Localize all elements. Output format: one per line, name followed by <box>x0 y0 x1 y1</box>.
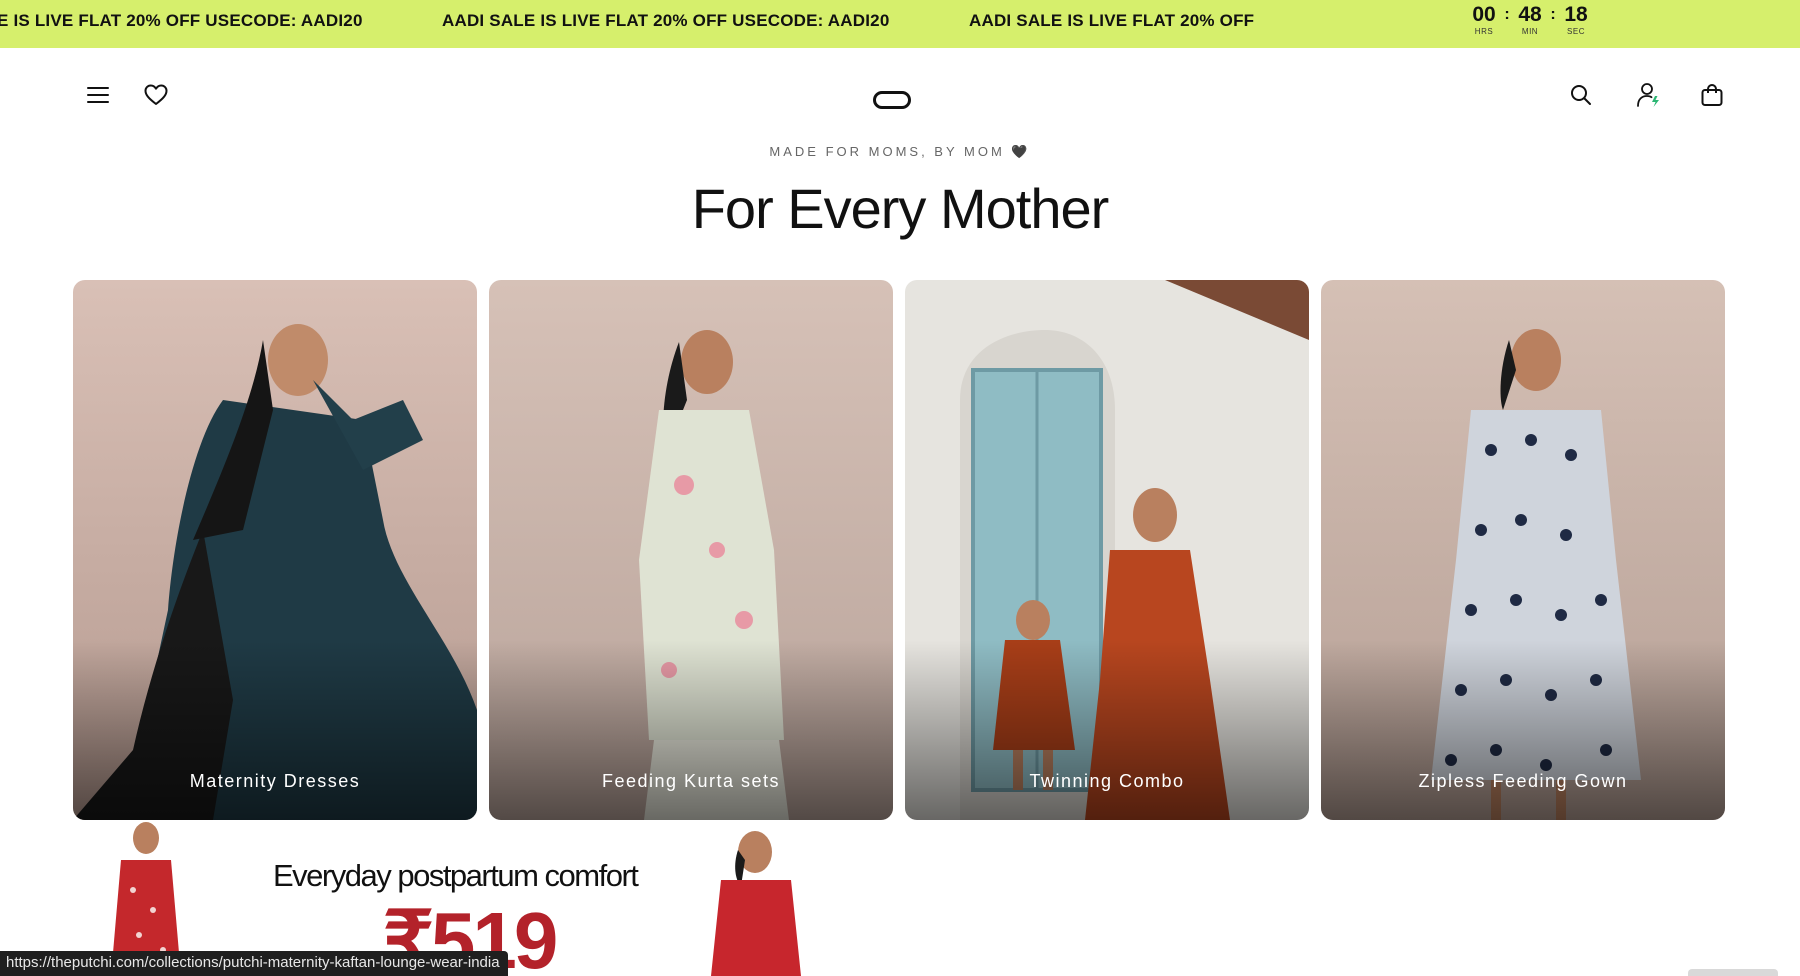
scroll-indicator <box>1688 969 1778 976</box>
section-title: For Every Mother <box>691 177 1110 240</box>
heart-icon[interactable] <box>141 80 171 110</box>
card-shade <box>489 640 893 820</box>
card-shade <box>1321 640 1725 820</box>
countdown-separator: : <box>1504 6 1510 23</box>
section-eyebrow: MADE FOR MOMS, BY MOM 🖤 <box>769 144 1031 159</box>
card-shade <box>905 640 1309 820</box>
countdown-separator: : <box>1550 6 1556 23</box>
sale-countdown-timer: 00 HRS : 48 MIN : 18 SEC <box>1466 3 1594 37</box>
countdown-minutes: 48 MIN <box>1512 3 1548 37</box>
link-hover-status-bar: https://theputchi.com/collections/putchi… <box>0 951 508 976</box>
card-shade <box>73 640 477 820</box>
announcement-text: AADI SALE IS LIVE FLAT 20% OFF <box>969 11 1255 30</box>
category-card-label: Feeding Kurta sets <box>601 771 781 791</box>
search-icon[interactable] <box>1566 80 1596 110</box>
category-grid: Maternity Dresses Feeding Kurta sets Twi… <box>73 280 1727 820</box>
announcement-marquee: E IS LIVE FLAT 20% OFF USECODE: AADI20 A… <box>0 0 1262 48</box>
category-card-label: Twinning Combo <box>1029 771 1185 791</box>
promo-headline: Everyday postpartum comfort <box>273 858 639 893</box>
countdown-hours-value: 00 <box>1472 3 1496 26</box>
countdown-minutes-value: 48 <box>1518 3 1542 26</box>
category-card-feeding-kurta-sets[interactable]: Feeding Kurta sets <box>489 280 893 820</box>
countdown-hours: 00 HRS <box>1466 3 1502 37</box>
account-icon[interactable] <box>1634 80 1664 110</box>
category-card-zipless-feeding-gown[interactable]: Zipless Feeding Gown <box>1321 280 1725 820</box>
category-card-label: Maternity Dresses <box>189 771 361 791</box>
announcement-bar: E IS LIVE FLAT 20% OFF USECODE: AADI20 A… <box>0 0 1800 48</box>
site-header <box>0 48 1800 144</box>
countdown-seconds-label: SEC <box>1567 27 1585 36</box>
announcement-text: AADI SALE IS LIVE FLAT 20% OFF USECODE: … <box>442 11 890 30</box>
countdown-minutes-label: MIN <box>1521 27 1539 36</box>
brand-logo[interactable] <box>873 91 911 109</box>
category-card-maternity-dresses[interactable]: Maternity Dresses <box>73 280 477 820</box>
menu-icon[interactable] <box>83 80 113 110</box>
countdown-seconds-value: 18 <box>1564 3 1588 26</box>
countdown-seconds: 18 SEC <box>1558 3 1594 37</box>
countdown-hours-label: HRS <box>1474 27 1494 36</box>
bag-icon[interactable] <box>1697 80 1727 110</box>
category-card-twinning-combo[interactable]: Twinning Combo <box>905 280 1309 820</box>
announcement-text: E IS LIVE FLAT 20% OFF USECODE: AADI20 <box>0 11 363 30</box>
category-card-label: Zipless Feeding Gown <box>1418 771 1628 791</box>
